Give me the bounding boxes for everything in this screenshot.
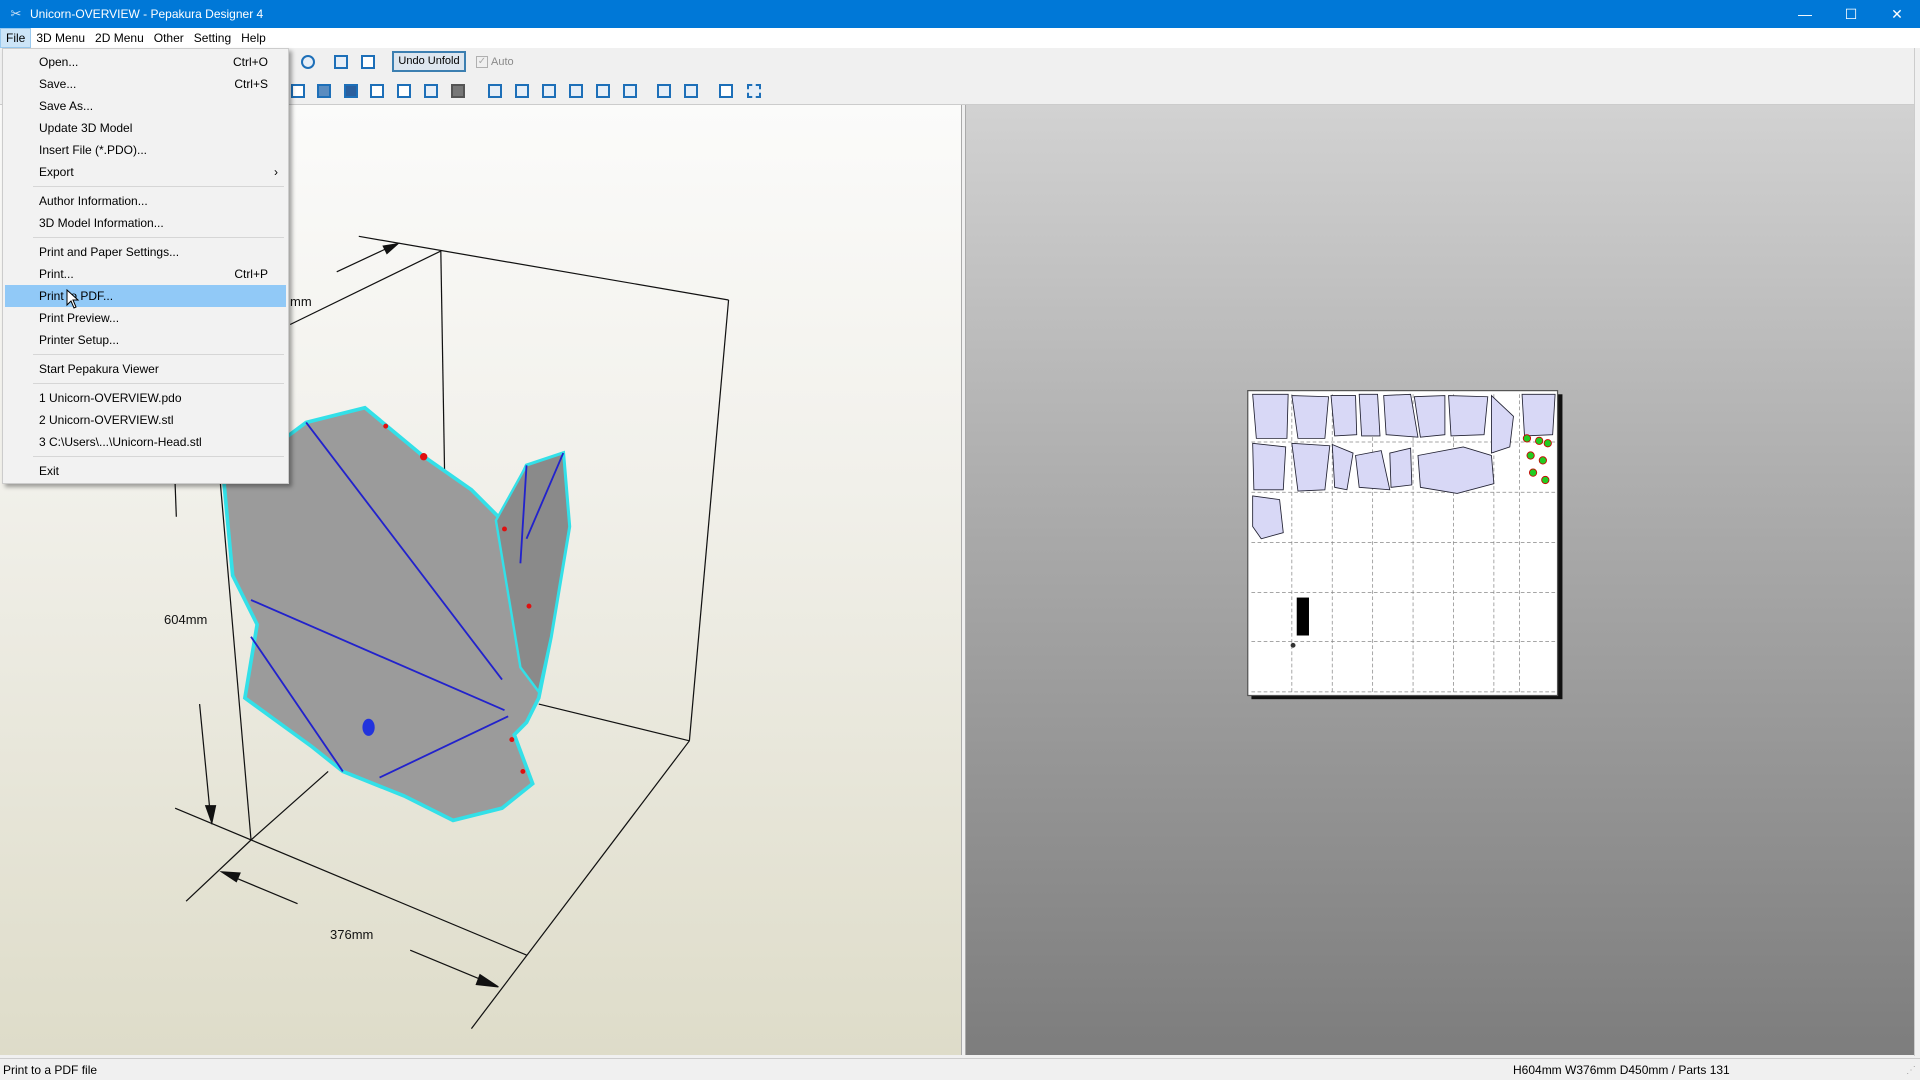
menu-item-recent-1[interactable]: 1 Unicorn-OVERVIEW.pdo — [5, 387, 286, 409]
menu-item-3d-model-information[interactable]: 3D Model Information... — [5, 212, 286, 234]
menu-item-save-as[interactable]: Save As... — [5, 95, 286, 117]
undo-unfold-button[interactable]: Undo Unfold — [392, 51, 466, 72]
pepakura-app-icon: ✂ — [10, 6, 22, 21]
flip-horizontal-icon[interactable] — [654, 81, 674, 101]
menu-item-printer-setup[interactable]: Printer Setup... — [5, 329, 286, 351]
menu-file[interactable]: File — [0, 28, 32, 48]
menu-item-save[interactable]: Save... Ctrl+S — [5, 73, 286, 95]
menu-item-print-preview[interactable]: Print Preview... — [5, 307, 286, 329]
menu-item-print-paper-settings[interactable]: Print and Paper Settings... — [5, 241, 286, 263]
view-toggle-icon[interactable] — [298, 52, 318, 72]
print-icon[interactable] — [448, 81, 468, 101]
select-points-icon[interactable] — [744, 81, 764, 101]
menu-item-update-3d-model[interactable]: Update 3D Model — [5, 117, 286, 139]
auto-checkbox[interactable]: ✓ Auto — [476, 53, 514, 71]
status-hint: Print to a PDF file — [3, 1063, 98, 1077]
menu-item-insert-file[interactable]: Insert File (*.PDO)... — [5, 139, 286, 161]
menu-item-print[interactable]: Print... Ctrl+P — [5, 263, 286, 285]
menu-setting[interactable]: Setting — [189, 28, 236, 48]
status-model-info: H604mm W376mm D450mm / Parts 131 — [1513, 1063, 1730, 1077]
auto-label: Auto — [491, 56, 514, 68]
mouse-cursor-icon — [66, 289, 80, 309]
page-number-icon[interactable] — [367, 81, 387, 101]
unfold-book-icon[interactable] — [288, 81, 308, 101]
status-bar: Print to a PDF file H604mm W376mm D450mm… — [0, 1058, 1920, 1080]
menu-item-recent-3[interactable]: 3 C:\Users\...\Unicorn-Head.stl — [5, 431, 286, 453]
width-dimension-label: 376mm — [330, 927, 374, 942]
align-middle-icon[interactable] — [593, 81, 613, 101]
menu-separator — [33, 237, 284, 238]
flip-vertical-icon[interactable] — [681, 81, 701, 101]
menu-item-export[interactable]: Export › — [5, 161, 286, 183]
page-export-icon[interactable] — [394, 81, 414, 101]
minimize-button[interactable]: — — [1782, 0, 1828, 28]
menu-separator — [33, 383, 284, 384]
fit-parts-icon[interactable] — [314, 81, 334, 101]
group-select-icon[interactable] — [716, 81, 736, 101]
align-center-icon[interactable] — [512, 81, 532, 101]
right-edge-scrollbar[interactable] — [1914, 48, 1920, 1056]
title-bar: ✂ Unicorn-OVERVIEW - Pepakura Designer 4… — [0, 0, 1920, 28]
checkbox-icon: ✓ — [476, 56, 488, 68]
maximize-button[interactable]: ☐ — [1828, 0, 1874, 28]
submenu-arrow-icon: › — [274, 165, 278, 179]
menu-2d[interactable]: 2D Menu — [90, 28, 149, 48]
close-button[interactable]: ✕ — [1874, 0, 1920, 28]
menu-separator — [33, 186, 284, 187]
height-dimension-label: 604mm — [164, 612, 208, 627]
menu-separator — [33, 456, 284, 457]
menu-item-open[interactable]: Open... Ctrl+O — [5, 51, 286, 73]
file-menu-dropdown: Open... Ctrl+O Save... Ctrl+S Save As... U… — [2, 48, 289, 484]
menu-item-exit[interactable]: Exit — [5, 460, 286, 482]
menu-other[interactable]: Other — [149, 28, 189, 48]
menu-3d[interactable]: 3D Menu — [31, 28, 90, 48]
2d-view[interactable] — [966, 105, 1914, 1055]
resize-grip-icon[interactable]: ⋰ — [1906, 1065, 1916, 1076]
menu-item-recent-2[interactable]: 2 Unicorn-OVERVIEW.stl — [5, 409, 286, 431]
menu-separator — [33, 354, 284, 355]
window-title: Unicorn-OVERVIEW - Pepakura Designer 4 — [30, 7, 264, 21]
clipboard-icon[interactable] — [421, 81, 441, 101]
arrange-grid-icon[interactable] — [341, 81, 361, 101]
menu-item-author-information[interactable]: Author Information... — [5, 190, 286, 212]
menu-item-print-to-pdf[interactable]: Print to PDF... — [5, 285, 286, 307]
depth-dimension-label: mm — [290, 294, 312, 309]
split-view-icon[interactable] — [331, 52, 351, 72]
menu-item-start-pepakura-viewer[interactable]: Start Pepakura Viewer — [5, 358, 286, 380]
align-bottom-icon[interactable] — [620, 81, 640, 101]
menu-help[interactable]: Help — [236, 28, 271, 48]
menu-bar: File 3D Menu 2D Menu Other Setting Help — [0, 28, 1920, 48]
align-right-icon[interactable] — [539, 81, 559, 101]
align-left-icon[interactable] — [485, 81, 505, 101]
align-top-icon[interactable] — [566, 81, 586, 101]
single-view-icon[interactable] — [358, 52, 378, 72]
